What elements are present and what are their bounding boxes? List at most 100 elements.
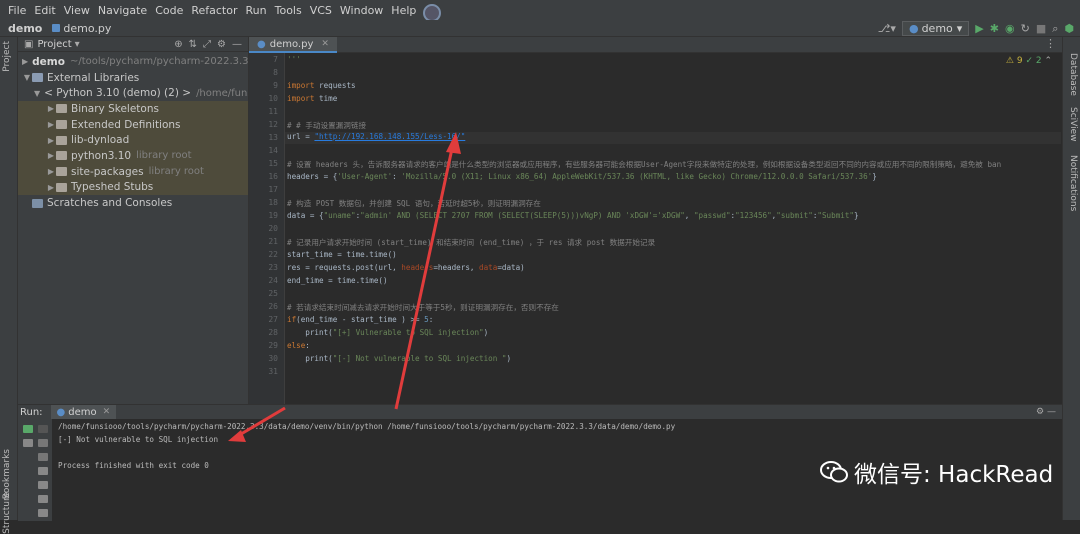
breadcrumb-project[interactable]: demo xyxy=(8,22,42,35)
chevron-right-icon[interactable]: ▶ xyxy=(22,57,28,66)
line-number: 17 xyxy=(268,185,278,194)
menu-file[interactable]: File xyxy=(4,4,30,17)
folder-icon xyxy=(56,151,67,161)
tree-item[interactable]: ▶ Typeshed Stubs xyxy=(18,179,248,196)
soft-wrap-icon[interactable] xyxy=(38,467,48,475)
menu-view[interactable]: View xyxy=(60,4,94,17)
python-file-icon: ● xyxy=(257,38,266,50)
expand-icon[interactable]: ⤢ xyxy=(203,39,211,50)
tree-root-label: demo xyxy=(32,55,65,68)
more-tabs-icon[interactable]: ⋮ xyxy=(1045,37,1056,52)
tree-item[interactable]: ▶ site-packages library root xyxy=(18,163,248,180)
chevron-down-icon[interactable]: ▼ xyxy=(22,73,32,82)
chevron-right-icon[interactable]: ▶ xyxy=(46,120,56,129)
right-tool-strip: Database SciView Notifications xyxy=(1062,37,1080,520)
menu-run[interactable]: Run xyxy=(242,4,271,17)
watermark: 微信号: HackRead xyxy=(820,455,1053,489)
tree-item[interactable]: ▶ python3.10 library root xyxy=(18,148,248,164)
menu-navigate[interactable]: Navigate xyxy=(94,4,151,17)
rerun-icon[interactable] xyxy=(23,425,33,433)
tree-sdk-label: < Python 3.10 (demo) (2) > xyxy=(44,87,192,100)
tree-root[interactable]: ▶ demo ~/tools/pycharm/pycharm-2022.3.3/… xyxy=(18,54,248,70)
menu-tools[interactable]: Tools xyxy=(271,4,306,17)
output-exit: Process finished with exit code 0 xyxy=(58,461,209,470)
search-icon[interactable]: ⌕ xyxy=(1052,22,1058,36)
tree-external-libraries[interactable]: ▼ External Libraries xyxy=(18,70,248,86)
chevron-right-icon[interactable]: ▶ xyxy=(46,151,56,160)
structure-tool-tab[interactable]: Structure xyxy=(2,492,12,534)
minimize-icon[interactable]: — xyxy=(232,39,242,50)
close-icon[interactable]: ✕ xyxy=(103,407,111,417)
code-line: import time xyxy=(287,94,338,103)
menu-help[interactable]: Help xyxy=(387,4,420,17)
chevron-right-icon[interactable]: ▶ xyxy=(46,183,56,192)
chevron-right-icon[interactable]: ▶ xyxy=(46,136,56,145)
chevron-right-icon[interactable]: ▶ xyxy=(46,167,56,176)
tree-root-path: ~/tools/pycharm/pycharm-2022.3.3/data/de xyxy=(69,56,248,68)
line-number: 27 xyxy=(268,315,278,324)
gear-icon[interactable]: ⚙ xyxy=(1036,407,1044,417)
editor-tabs: ● demo.py ✕ ⋮ xyxy=(249,37,1062,53)
tree-item[interactable]: ▶ Extended Definitions xyxy=(18,116,248,133)
tree-sdk[interactable]: ▼ < Python 3.10 (demo) (2) > /home/funsi… xyxy=(18,85,248,101)
run-tab-demo[interactable]: ● demo ✕ xyxy=(50,405,117,419)
notifications-tool-tab[interactable]: Notifications xyxy=(1068,155,1078,211)
tree-scratches[interactable]: Scratches and Consoles xyxy=(18,195,248,211)
line-number: 7 xyxy=(273,55,278,64)
menu-refactor[interactable]: Refactor xyxy=(187,4,241,17)
reload-icon[interactable]: ↻ xyxy=(1021,22,1030,35)
tree-item[interactable]: ▶ lib-dynload xyxy=(18,132,248,149)
library-icon xyxy=(32,73,43,83)
project-tool-tab[interactable]: Project xyxy=(2,41,12,72)
chevron-down-icon[interactable]: ▼ xyxy=(34,89,40,98)
vcs-icon[interactable]: ⎇▾ xyxy=(878,22,896,35)
scroll-end-icon[interactable] xyxy=(38,481,48,489)
inspection-widget[interactable]: ⚠ 9 ✓ 2 ⌃ xyxy=(1006,56,1052,66)
code-line-current: url = "http://192.168.148.155/Less-16/" xyxy=(285,132,1061,144)
stop-icon[interactable]: ■ xyxy=(1036,22,1046,35)
editor-tab-label: demo.py xyxy=(269,38,314,50)
run-tab-label: demo xyxy=(68,406,97,418)
collapse-all-icon[interactable]: ⇅ xyxy=(189,39,197,50)
run-config-select[interactable]: ● demo ▾ xyxy=(901,21,970,36)
tree-item-note: library root xyxy=(136,150,192,162)
up-icon[interactable] xyxy=(38,439,48,447)
print-icon[interactable] xyxy=(38,495,48,503)
tree-item-label: Binary Skeletons xyxy=(71,102,159,115)
menu-vcs[interactable]: VCS xyxy=(306,4,336,17)
close-icon[interactable]: ✕ xyxy=(321,39,329,49)
menu-code[interactable]: Code xyxy=(151,4,187,17)
menu-edit[interactable]: Edit xyxy=(30,4,59,17)
editor-tab-demo[interactable]: ● demo.py ✕ xyxy=(249,37,337,53)
chevron-up-icon[interactable]: ⌃ xyxy=(1044,56,1052,66)
debug-icon[interactable]: ✱ xyxy=(990,22,999,35)
chevron-down-icon[interactable]: ▾ xyxy=(75,39,80,50)
sciview-tool-tab[interactable]: SciView xyxy=(1068,107,1078,142)
pin-icon[interactable] xyxy=(38,509,48,517)
line-number: 11 xyxy=(268,107,278,116)
line-number: 8 xyxy=(273,68,278,77)
line-number: 19 xyxy=(268,211,278,220)
code-area[interactable]: ''' import requests import time # # 手动设置… xyxy=(285,53,1063,404)
line-number: 18 xyxy=(268,198,278,207)
folder-icon xyxy=(56,120,67,130)
stop-icon[interactable] xyxy=(38,425,48,433)
code-line: else: xyxy=(287,341,310,350)
menu-window[interactable]: Window xyxy=(336,4,387,17)
wrench-icon[interactable] xyxy=(23,439,33,447)
update-icon[interactable]: ⬢ xyxy=(1064,22,1074,35)
line-number: 14 xyxy=(268,146,278,155)
line-number: 22 xyxy=(268,250,278,259)
project-panel-title[interactable]: Project xyxy=(37,39,71,50)
run-icon[interactable]: ▶ xyxy=(975,22,983,35)
chevron-right-icon[interactable]: ▶ xyxy=(46,104,56,113)
target-icon[interactable]: ⊕ xyxy=(174,39,182,50)
breadcrumb-file[interactable]: demo.py xyxy=(63,22,111,35)
coverage-icon[interactable]: ◉ xyxy=(1005,22,1015,35)
code-line: if(end_time - start_time ) >= 5: xyxy=(287,315,434,324)
database-tool-tab[interactable]: Database xyxy=(1068,53,1078,96)
gear-icon[interactable]: ⚙ xyxy=(217,39,226,50)
tree-item[interactable]: ▶ Binary Skeletons xyxy=(18,101,248,117)
minimize-icon[interactable]: — xyxy=(1047,407,1056,417)
down-icon[interactable] xyxy=(38,453,48,461)
